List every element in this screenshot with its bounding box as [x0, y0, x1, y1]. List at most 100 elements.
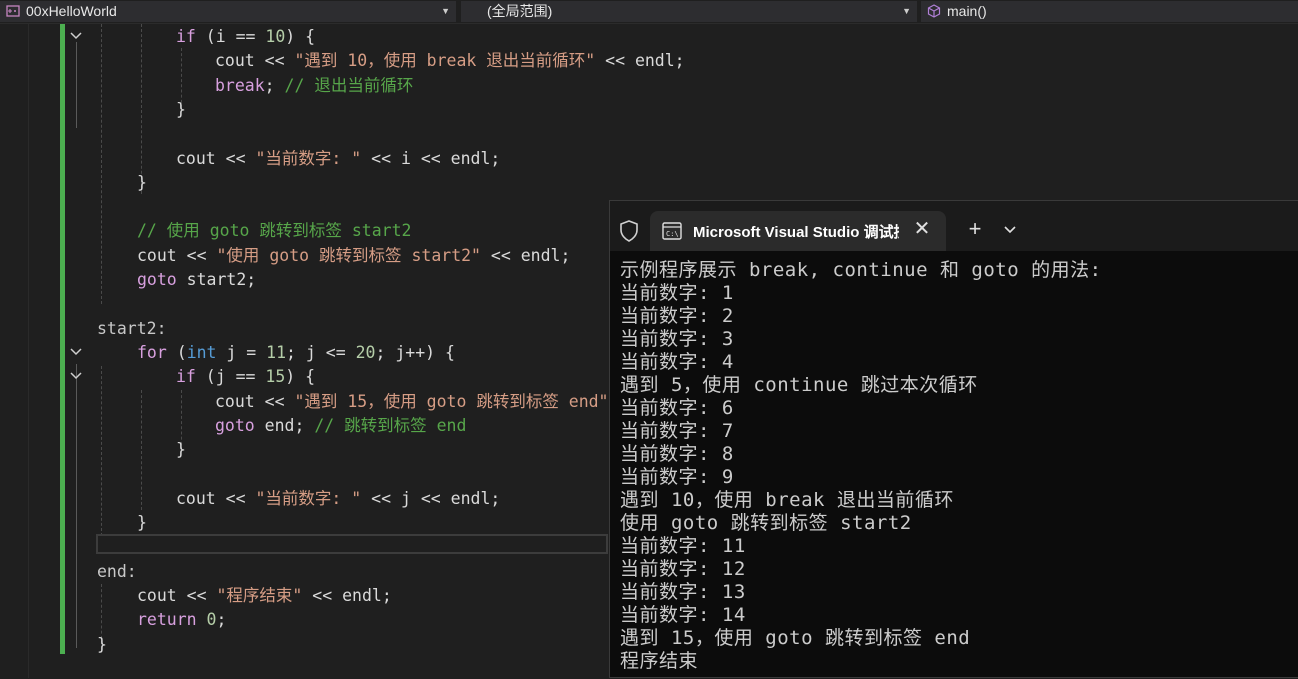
code-token: end: — [97, 561, 137, 581]
code-token: ) { — [285, 367, 316, 387]
method-cube-icon — [927, 4, 941, 18]
code-token: int — [186, 342, 217, 362]
code-line[interactable]: } — [176, 98, 186, 122]
code-line[interactable]: cout << "使用 goto 跳转到标签 start2" << endl; — [137, 244, 570, 268]
terminal-tab-title: Microsoft Visual Studio 调试控制台 — [693, 224, 899, 241]
code-line[interactable]: if (j == 15) { — [176, 365, 315, 389]
chevron-down-icon: ▼ — [441, 6, 450, 16]
console-output-line: 当前数字: 4 — [620, 351, 734, 373]
code-line[interactable]: goto end; // 跳转到标签 end — [215, 414, 466, 438]
code-line[interactable]: return 0; — [137, 608, 226, 632]
code-line[interactable]: } — [137, 511, 147, 535]
code-token: break — [215, 75, 265, 95]
code-token: // 使用 goto 跳转到标签 start2 — [137, 221, 412, 241]
code-token: cout << — [215, 391, 295, 411]
code-token: ; — [216, 610, 227, 630]
console-output-line: 遇到 15，使用 goto 跳转到标签 end — [620, 627, 971, 649]
project-icon — [6, 5, 20, 17]
terminal-tab-bar: C:\ Microsoft Visual Studio 调试控制台 ✕ + — [610, 201, 1298, 251]
project-dropdown[interactable]: 00xHelloWorld ▼ — [0, 1, 456, 22]
code-token: "当前数字: " — [255, 488, 362, 508]
chevron-down-icon: ▼ — [902, 6, 911, 16]
code-line[interactable]: start2: — [97, 317, 167, 341]
glyph-margin — [28, 24, 29, 678]
code-token: << endl; — [302, 585, 392, 605]
code-token: "使用 goto 跳转到标签 start2" — [216, 245, 481, 265]
code-line[interactable]: } — [176, 438, 186, 462]
code-line[interactable]: end: — [97, 560, 137, 584]
new-tab-button[interactable]: + — [964, 218, 986, 240]
code-token: ( — [166, 342, 187, 362]
console-output[interactable]: 示例程序展示 break, continue 和 goto 的用法: 当前数字: … — [620, 259, 1295, 679]
code-token: "遇到 15，使用 goto 跳转到标签 end" — [294, 391, 609, 411]
chevron-down-icon[interactable] — [1002, 221, 1018, 237]
code-line[interactable]: } — [97, 633, 107, 657]
console-output-line: 遇到 5，使用 continue 跳过本次循环 — [620, 374, 978, 396]
code-line[interactable]: cout << "程序结束" << endl; — [137, 584, 392, 608]
console-output-line: 当前数字: 14 — [620, 604, 746, 626]
code-token: "当前数字: " — [255, 148, 362, 168]
code-token: 20 — [355, 342, 376, 362]
project-name: 00xHelloWorld — [26, 3, 117, 19]
code-token: start2: — [97, 318, 167, 338]
code-token: cout << — [215, 51, 295, 71]
scope-dropdown[interactable]: (全局范围) ▼ — [461, 1, 917, 22]
code-line[interactable]: cout << "当前数字: " << j << endl; — [176, 487, 500, 511]
console-output-line: 当前数字: 13 — [620, 581, 746, 603]
code-token: end; — [254, 415, 315, 435]
fold-chevron-icon[interactable] — [69, 30, 83, 44]
console-output-line: 当前数字: 9 — [620, 466, 734, 488]
console-output-line: 当前数字: 2 — [620, 305, 734, 327]
code-line[interactable]: } — [137, 171, 147, 195]
close-icon[interactable]: ✕ — [912, 219, 932, 239]
code-token: } — [176, 99, 186, 119]
code-line[interactable]: cout << "遇到 10，使用 break 退出当前循环" << endl; — [215, 49, 685, 73]
code-token: << endl; — [595, 51, 685, 71]
scope-name: (全局范围) — [487, 3, 553, 19]
console-output-line: 当前数字: 6 — [620, 397, 734, 419]
change-indicator-bar — [60, 24, 65, 654]
code-token: if — [176, 27, 196, 46]
code-line[interactable]: for (int j = 11; j <= 20; j++) { — [137, 341, 455, 365]
shield-icon[interactable] — [618, 219, 640, 243]
code-token: for — [137, 342, 167, 362]
code-line[interactable]: goto start2; — [137, 268, 256, 292]
code-token: goto — [137, 270, 177, 289]
fold-chevron-icon[interactable] — [69, 370, 83, 384]
code-line[interactable]: break; // 退出当前循环 — [215, 74, 413, 98]
indent-guide — [141, 24, 142, 194]
console-output-line: 遇到 10，使用 break 退出当前循环 — [620, 489, 954, 511]
editor-navigation-bar: 00xHelloWorld ▼ (全局范围) ▼ main() — [0, 0, 1298, 24]
fold-range-line — [76, 42, 77, 128]
member-dropdown[interactable]: main() — [921, 1, 1298, 22]
code-line[interactable]: // 使用 goto 跳转到标签 start2 — [137, 219, 411, 243]
indent-guide — [101, 366, 102, 536]
code-token: (i == — [195, 27, 266, 46]
code-token: j = — [216, 342, 267, 362]
code-line[interactable]: cout << "当前数字: " << i << endl; — [176, 147, 500, 171]
code-token: return — [137, 610, 197, 630]
code-token: } — [97, 634, 107, 654]
fold-chevron-icon[interactable] — [69, 346, 83, 360]
code-token: << i << endl; — [361, 148, 501, 168]
debug-console-window[interactable]: C:\ Microsoft Visual Studio 调试控制台 ✕ + 示例… — [609, 200, 1298, 678]
code-token: // 跳转到标签 end — [314, 415, 467, 435]
code-token: } — [137, 513, 147, 532]
code-token: 15 — [265, 367, 286, 387]
code-token: ; j <= — [286, 342, 356, 362]
console-output-line: 当前数字: 7 — [620, 420, 734, 442]
code-token: 0 — [206, 610, 217, 630]
code-token: (j == — [195, 367, 266, 387]
code-line[interactable]: if (i == 10) { — [176, 25, 315, 49]
code-token: 11 — [266, 342, 287, 362]
code-token: if — [176, 367, 196, 387]
fold-range-line — [76, 364, 77, 648]
console-output-line: 当前数字: 11 — [620, 535, 746, 557]
code-token: 10 — [265, 27, 286, 46]
code-token: cout << — [137, 245, 217, 265]
code-token: cout << — [176, 148, 256, 168]
terminal-tab[interactable]: C:\ Microsoft Visual Studio 调试控制台 ✕ — [650, 211, 946, 251]
console-output-line: 示例程序展示 break, continue 和 goto 的用法: — [620, 259, 1102, 281]
code-token: } — [137, 172, 147, 192]
